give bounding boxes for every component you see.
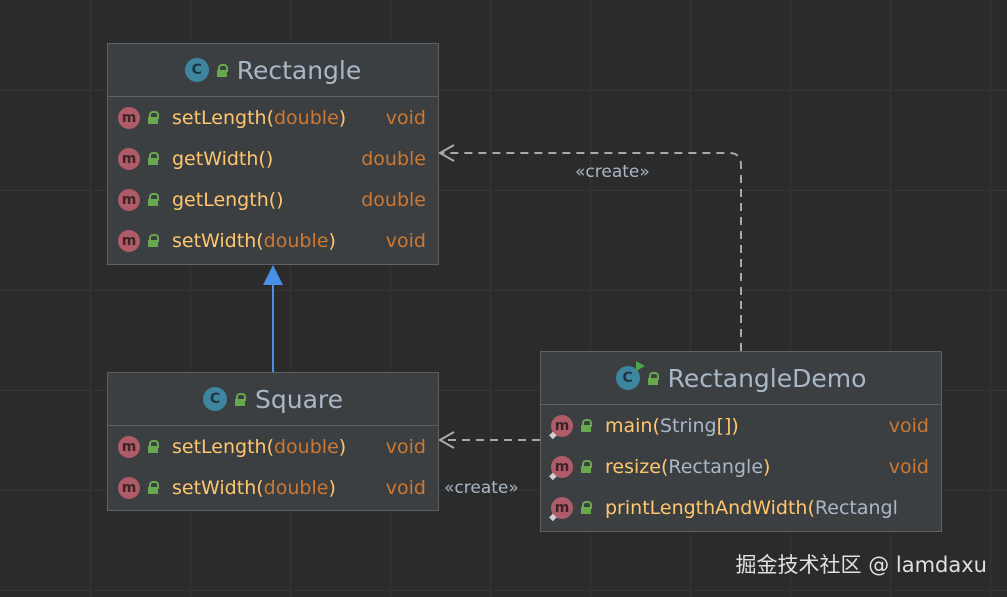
paren-open: ( — [652, 414, 660, 437]
public-lock-icon — [216, 63, 228, 77]
class-rectangle-demo[interactable]: C RectangleDemo m ◆ main(String[]) void m… — [540, 351, 942, 532]
class-name: Rectangle — [236, 55, 362, 85]
method-m-icon: m — [118, 106, 140, 129]
method-row[interactable]: m getLength() double — [108, 179, 438, 220]
return-type: double — [361, 147, 426, 170]
return-type: void — [385, 106, 426, 129]
method-name: setLength — [172, 435, 267, 458]
paren-close: ) — [338, 106, 347, 129]
public-lock-icon — [148, 111, 159, 124]
method-row[interactable]: m ◆ printLengthAndWidth (Rectangl — [541, 487, 941, 528]
method-param: double — [263, 229, 329, 252]
paren-close: ) — [328, 229, 336, 252]
return-type: void — [385, 229, 426, 252]
public-lock-icon — [148, 440, 159, 453]
paren-open: ( — [266, 435, 274, 458]
public-lock-icon — [581, 460, 592, 473]
run-badge-icon — [635, 361, 645, 371]
class-name: RectangleDemo — [667, 363, 867, 393]
paren-close: ) — [276, 188, 284, 211]
paren-close: ) — [328, 476, 336, 499]
method-m-icon: m — [118, 229, 140, 252]
method-param: double — [274, 106, 339, 129]
static-method-m-icon: m ◆ — [549, 496, 573, 523]
method-param: Rectangle — [668, 455, 764, 478]
method-row[interactable]: m ◆ main(String[]) void — [541, 405, 941, 446]
method-name: getWidth — [172, 147, 259, 170]
static-marker-icon: ◆ — [549, 429, 557, 441]
class-header: C Rectangle — [108, 44, 438, 97]
return-type: void — [888, 455, 929, 478]
paren-open: ( — [256, 476, 264, 499]
method-m-icon: m — [118, 476, 140, 499]
paren-close: ) — [338, 435, 347, 458]
method-m-icon: m — [118, 435, 140, 458]
method-name: printLengthAndWidth — [605, 496, 808, 519]
method-row[interactable]: m setWidth(double) void — [108, 220, 438, 261]
public-lock-icon — [581, 501, 592, 514]
static-method-m-icon: m ◆ — [549, 414, 573, 441]
method-param: Rectangl — [814, 496, 898, 519]
static-marker-icon: ◆ — [549, 470, 557, 482]
method-name: resize — [605, 455, 661, 478]
method-row[interactable]: m getWidth() double — [108, 138, 438, 179]
public-lock-icon — [148, 481, 159, 494]
paren-open: ( — [807, 496, 815, 519]
public-lock-icon — [581, 419, 592, 432]
public-lock-icon — [234, 392, 246, 406]
class-header: C RectangleDemo — [541, 352, 941, 405]
method-name: setLength — [172, 106, 267, 129]
method-param: double — [263, 476, 329, 499]
method-m-icon: m — [118, 147, 140, 170]
method-row[interactable]: m setLength(double) void — [108, 426, 438, 467]
method-name: setWidth — [172, 229, 257, 252]
method-param: double — [274, 435, 339, 458]
public-lock-icon — [647, 371, 659, 385]
return-type: void — [385, 435, 426, 458]
paren-open: ( — [660, 455, 669, 478]
method-param: String — [659, 414, 717, 437]
static-marker-icon: ◆ — [549, 511, 557, 523]
paren-close: []) — [716, 414, 739, 437]
class-c-icon: C — [615, 361, 645, 390]
return-type: void — [888, 414, 929, 437]
paren-close: ) — [265, 147, 274, 170]
paren-open: ( — [258, 147, 266, 170]
create-dependency-top — [440, 152, 742, 351]
create-label-top: «create» — [575, 162, 650, 182]
class-square[interactable]: C Square m setLength(double) void m setW… — [107, 372, 439, 511]
method-row[interactable]: m setWidth(double) void — [108, 467, 438, 508]
public-lock-icon — [148, 152, 159, 165]
paren-open: ( — [268, 188, 277, 211]
class-rectangle[interactable]: C Rectangle m setLength(double) void m g… — [107, 43, 439, 265]
class-icon-letter: C — [622, 370, 633, 386]
create-label-bottom: «create» — [444, 478, 519, 498]
return-type: double — [361, 188, 426, 211]
public-lock-icon — [148, 193, 159, 206]
paren-open: ( — [256, 229, 264, 252]
method-m-icon: m — [118, 188, 140, 211]
class-header: C Square — [108, 373, 438, 426]
class-name: Square — [254, 384, 343, 414]
watermark: 掘金技术社区 @ lamdaxu — [735, 553, 987, 577]
method-name: setWidth — [172, 476, 257, 499]
return-type: void — [385, 476, 426, 499]
class-c-icon: C — [202, 387, 227, 411]
inheritance-arrowhead — [263, 265, 283, 285]
method-name: getLength — [172, 188, 269, 211]
class-c-icon: C — [184, 58, 209, 82]
method-row[interactable]: m setLength(double) void — [108, 97, 438, 138]
method-name: main — [605, 414, 653, 437]
public-lock-icon — [148, 234, 159, 247]
static-method-m-icon: m ◆ — [549, 455, 573, 482]
paren-open: ( — [266, 106, 274, 129]
paren-close: ) — [763, 455, 771, 478]
method-row[interactable]: m ◆ resize(Rectangle) void — [541, 446, 941, 487]
